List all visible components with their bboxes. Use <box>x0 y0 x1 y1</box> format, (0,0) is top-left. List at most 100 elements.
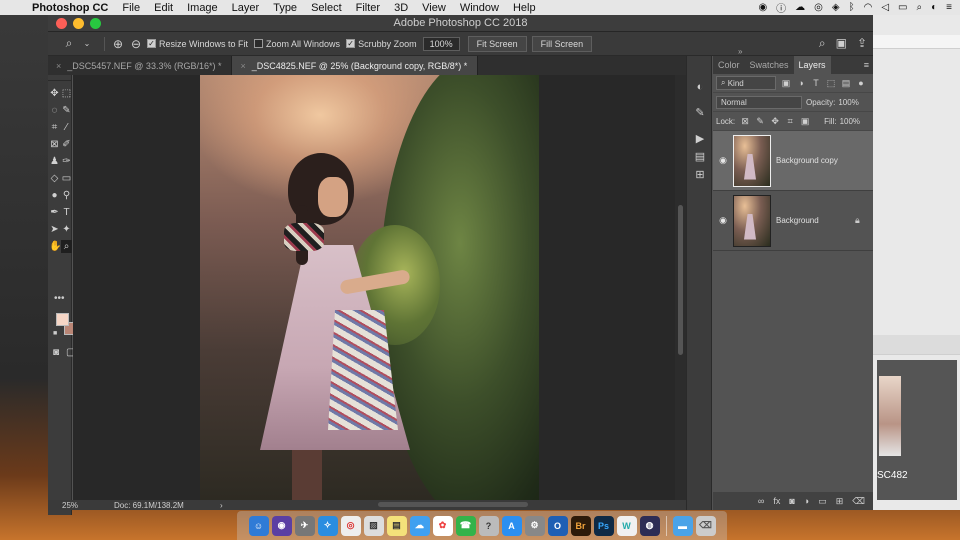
move-tool-icon[interactable]: ✥ <box>49 87 60 100</box>
history-brush-tool-icon[interactable]: ✑ <box>61 155 72 168</box>
chrome-icon[interactable]: ◎ <box>340 515 361 536</box>
bridge-icon[interactable]: Br <box>570 515 591 536</box>
pen-tool-icon[interactable]: ✒ <box>49 206 60 219</box>
photos-icon[interactable]: ✿ <box>432 515 453 536</box>
help-icon[interactable]: ? <box>478 515 499 536</box>
lock-brush-icon[interactable]: ✎ <box>754 116 766 127</box>
canvas-area[interactable] <box>73 75 686 500</box>
trash-icon[interactable]: ⌫ <box>695 515 716 536</box>
zoom-value-field[interactable]: 100% <box>422 36 460 51</box>
smart-object-filter-icon[interactable]: ▤ <box>840 78 852 89</box>
fit-screen-button[interactable]: Fit Screen <box>467 35 527 52</box>
launchpad-icon[interactable]: ✈ <box>294 515 315 536</box>
layer-row[interactable]: ◉ Background copy <box>713 131 873 191</box>
horizontal-scrollbar[interactable] <box>378 502 528 507</box>
quicktime-icon[interactable]: ◍ <box>639 515 660 536</box>
menu-edit[interactable]: Edit <box>154 2 173 14</box>
menu-view[interactable]: View <box>422 2 446 14</box>
default-colors-icon[interactable]: ■ <box>53 330 57 337</box>
menu-help[interactable]: Help <box>513 2 536 14</box>
crop-tool-icon[interactable]: ⌗ <box>49 121 60 134</box>
eraser-tool-icon[interactable]: ◇ <box>49 172 60 185</box>
zoom-in-icon[interactable]: ⊕ <box>111 37 125 51</box>
photoshop-icon[interactable]: Ps <box>593 515 614 536</box>
quick-mask-icon[interactable]: ◙ <box>53 347 59 358</box>
layer-name[interactable]: Background <box>776 216 855 225</box>
app-store-icon[interactable]: A <box>501 515 522 536</box>
link-layers-icon[interactable]: ∞ <box>758 496 764 506</box>
close-tab-icon[interactable]: × <box>56 61 61 71</box>
stamp-tool-icon[interactable]: ♟ <box>49 155 60 168</box>
color-panel-icon[interactable]: ◐ <box>687 78 713 96</box>
lock-all-icon[interactable]: ▣ <box>799 116 811 127</box>
hand-tool-icon[interactable]: ✋ <box>49 240 61 253</box>
adjustment-layer-icon[interactable]: ◑ <box>804 496 809 506</box>
collapse-panels-icon[interactable]: » <box>738 47 742 56</box>
tab-layers[interactable]: Layers <box>793 56 831 74</box>
menu-window[interactable]: Window <box>460 2 499 14</box>
eyedropper-tool-icon[interactable]: ⁄ <box>61 121 72 134</box>
add-mask-icon[interactable]: ◙ <box>789 496 794 506</box>
zoom-all-option[interactable]: Zoom All Windows <box>254 39 340 49</box>
type-filter-icon[interactable]: T <box>810 78 822 88</box>
blur-tool-icon[interactable]: ● <box>49 189 60 202</box>
type-tool-icon[interactable]: T <box>61 206 72 219</box>
zoom-tool-icon[interactable]: ⌕ <box>62 36 76 51</box>
filter-toggle-icon[interactable]: ● <box>855 78 867 88</box>
layer-name[interactable]: Background copy <box>776 156 873 165</box>
menu-3d[interactable]: 3D <box>394 2 408 14</box>
siri-icon[interactable]: ◐ <box>931 2 937 13</box>
menu-file[interactable]: File <box>122 2 140 14</box>
volume-icon[interactable]: ◁ <box>881 2 889 13</box>
lock-pixels-icon[interactable]: ⊠ <box>739 116 751 127</box>
more-tools-icon[interactable]: ••• <box>54 293 65 304</box>
resize-windows-checkbox[interactable]: ✓ <box>147 39 156 48</box>
share-icon[interactable]: ⇪ <box>857 36 867 51</box>
frame-tool-icon[interactable]: ⊠ <box>49 138 60 151</box>
shape-filter-icon[interactable]: ⬚ <box>825 78 837 89</box>
dodge-tool-icon[interactable]: ⚲ <box>61 189 72 202</box>
vertical-scrollbar[interactable] <box>675 75 686 500</box>
quick-select-tool-icon[interactable]: ✎ <box>61 104 72 117</box>
blend-mode-select[interactable]: Normal <box>716 95 802 109</box>
marquee-tool-icon[interactable]: ⬚ <box>61 87 72 100</box>
siri-icon[interactable]: ◉ <box>271 515 292 536</box>
adjustment-filter-icon[interactable]: ◑ <box>795 78 807 88</box>
outlook-icon[interactable]: O <box>547 515 568 536</box>
gradient-tool-icon[interactable]: ▭ <box>61 172 72 185</box>
record-icon[interactable]: ◉ <box>758 2 767 13</box>
menu-type[interactable]: Type <box>273 2 297 14</box>
tab-swatches[interactable]: Swatches <box>745 56 794 74</box>
bluetooth-icon[interactable]: ᛒ <box>849 2 855 13</box>
actions-panel-icon[interactable]: ▶ <box>687 130 713 148</box>
fill-value[interactable]: 100% <box>840 117 860 126</box>
zoom-all-checkbox[interactable] <box>254 39 264 48</box>
document-tab[interactable]: × _DSC5457.NEF @ 33.3% (RGB/16*) * <box>48 56 233 75</box>
search-icon[interactable]: ⌕ <box>917 2 923 13</box>
path-select-tool-icon[interactable]: ➤ <box>49 223 60 236</box>
preview-icon[interactable]: ▨ <box>363 515 384 536</box>
foreground-color-swatch[interactable] <box>56 313 69 326</box>
shape-tool-icon[interactable]: ✦ <box>61 223 72 236</box>
menu-app-name[interactable]: Photoshop CC <box>32 2 108 14</box>
document-tab-active[interactable]: × _DSC4825.NEF @ 25% (Background copy, R… <box>232 56 479 75</box>
messages-icon[interactable]: ☁ <box>409 515 430 536</box>
system-preferences-icon[interactable]: ⚙ <box>524 515 545 536</box>
eye-icon[interactable]: ◉ <box>713 215 733 226</box>
safari-icon[interactable]: ✧ <box>317 515 338 536</box>
battery-icon[interactable]: ▭ <box>898 2 907 13</box>
wifi-icon[interactable]: ◠ <box>864 2 873 13</box>
menu-select[interactable]: Select <box>311 2 342 14</box>
menu-filter[interactable]: Filter <box>356 2 380 14</box>
zoom-tool-icon[interactable]: ⌕ <box>61 240 72 253</box>
lasso-tool-icon[interactable]: ◌ <box>49 104 60 117</box>
tab-color[interactable]: Color <box>713 56 745 74</box>
layer-row[interactable]: ◉ Background 🔒︎ <box>713 191 873 251</box>
trash-icon[interactable]: ⌫ <box>852 496 865 507</box>
brush-panel-icon[interactable]: ✎ <box>687 104 713 122</box>
menu-image[interactable]: Image <box>187 2 218 14</box>
lock-position-icon[interactable]: ✥ <box>769 116 781 127</box>
info-icon[interactable]: ⓘ <box>776 0 786 15</box>
finder-icon[interactable]: ☺ <box>248 515 269 536</box>
close-tab-icon[interactable]: × <box>240 61 245 71</box>
